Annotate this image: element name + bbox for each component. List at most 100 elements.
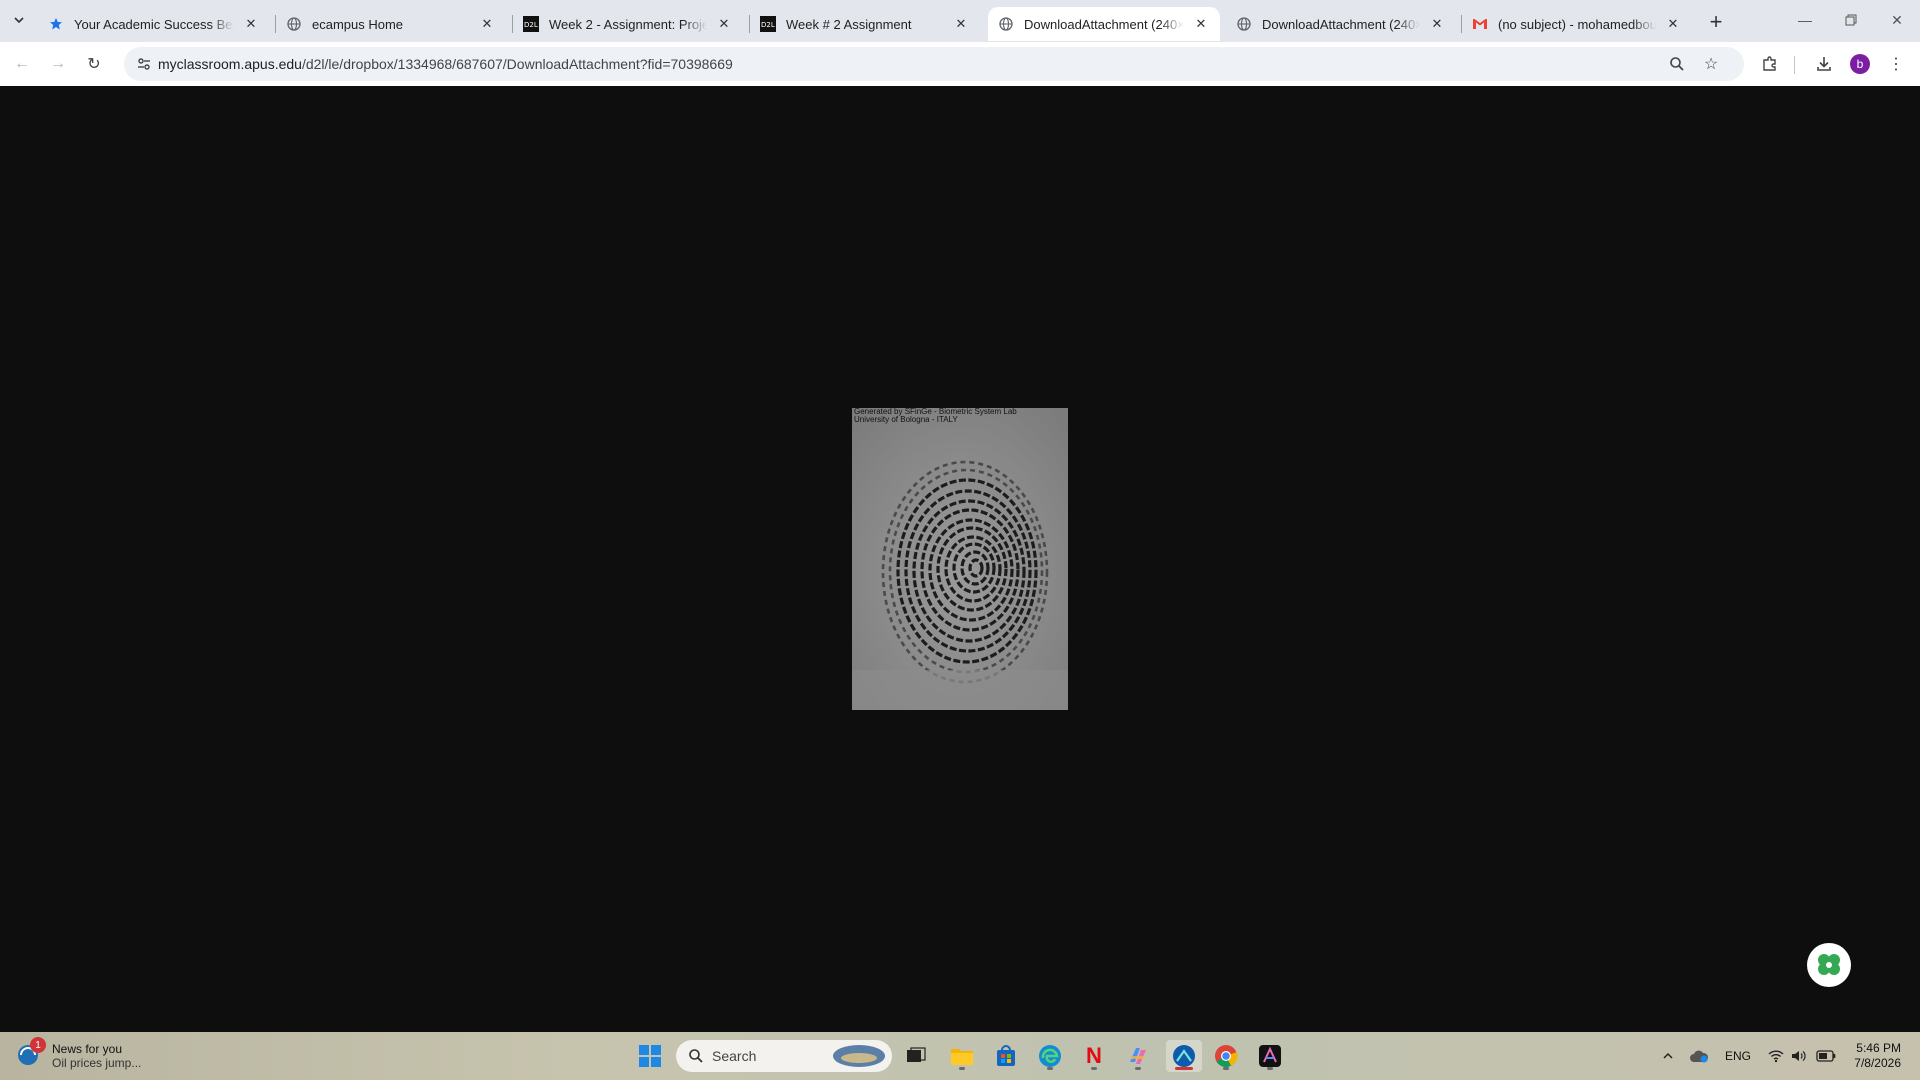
image-caption-line2: University of Bologna - ITALY — [854, 415, 958, 424]
language-label: ENG — [1724, 1049, 1751, 1063]
browser-toolbar: ← → ↻ myclassroom.apus.edu/d2l/le/dropbo… — [0, 42, 1920, 86]
site-info-icon[interactable] — [134, 54, 154, 74]
clock-time: 5:46 PM — [1856, 1041, 1901, 1055]
avatar: b — [1850, 54, 1870, 74]
copilot-icon — [1130, 1048, 1146, 1064]
file-explorer-button[interactable] — [946, 1040, 978, 1072]
news-widget[interactable]: 1 News for you Oil prices jump... — [16, 1037, 142, 1074]
news-icon: 1 — [16, 1037, 46, 1069]
edge-button[interactable] — [1034, 1040, 1066, 1072]
back-button[interactable]: ← — [8, 50, 36, 78]
tab-week2-assignment[interactable]: D2L Week # 2 Assignment ✕ — [750, 7, 980, 41]
chevron-down-icon — [14, 17, 24, 24]
store-button[interactable] — [990, 1040, 1022, 1072]
running-indicator — [959, 1067, 965, 1070]
reload-icon: ↻ — [87, 56, 101, 73]
extensions-button[interactable] — [1756, 50, 1784, 78]
url-text: myclassroom.apus.edu/d2l/le/dropbox/1334… — [158, 56, 733, 72]
wifi-icon — [1768, 1050, 1784, 1063]
arrow-left-icon: ← — [14, 55, 30, 72]
clover-icon — [1818, 954, 1840, 975]
d2l-icon: D2L — [523, 16, 539, 32]
close-icon[interactable]: ✕ — [715, 15, 733, 33]
clock[interactable]: 5:46 PM 7/8/2026 — [1845, 1041, 1901, 1071]
search-icon — [689, 1049, 703, 1063]
more-vert-icon: ⋮ — [1888, 56, 1904, 73]
onedrive-tray[interactable] — [1686, 1032, 1712, 1080]
netflix-icon: N — [1086, 1043, 1102, 1068]
globe-icon — [1236, 16, 1252, 32]
chrome-icon — [1215, 1045, 1238, 1067]
copilot-button[interactable] — [1122, 1040, 1154, 1072]
svg-text:D2L: D2L — [524, 21, 538, 29]
bookmark-star-icon[interactable]: ☆ — [1700, 53, 1722, 75]
tab-download-attachment-2[interactable]: DownloadAttachment (240×339) ✕ — [1226, 7, 1456, 41]
chrome-button[interactable] — [1210, 1040, 1242, 1072]
svg-text:D2L: D2L — [761, 21, 775, 29]
chevron-up-icon — [1663, 1052, 1673, 1059]
task-view-button[interactable] — [900, 1040, 932, 1072]
globe-icon — [998, 16, 1014, 32]
floating-helper-button[interactable] — [1807, 943, 1851, 987]
close-icon[interactable]: ✕ — [952, 15, 970, 33]
taskbar-search[interactable]: Search — [676, 1040, 892, 1072]
close-window-button[interactable]: ✕ — [1874, 0, 1920, 40]
profile-button[interactable]: b — [1846, 50, 1874, 78]
close-icon[interactable]: ✕ — [1428, 15, 1446, 33]
plus-icon: + — [1709, 9, 1723, 34]
start-button[interactable] — [634, 1040, 666, 1072]
running-indicator — [1091, 1067, 1097, 1070]
news-subtitle: Oil prices jump... — [52, 1056, 142, 1070]
running-indicator — [1223, 1067, 1229, 1070]
cloud-icon — [1690, 1050, 1709, 1063]
wifi-tray[interactable] — [1764, 1032, 1788, 1080]
tab-title: ecampus Home — [312, 16, 404, 32]
search-highlight-icon — [833, 1045, 885, 1067]
close-icon[interactable]: ✕ — [478, 15, 496, 33]
tab-title: Week 2 - Assignment: Project Proposal — [549, 16, 707, 32]
reload-button[interactable]: ↻ — [80, 50, 108, 78]
snipping-tool-button[interactable] — [1166, 1040, 1202, 1072]
globe-icon — [286, 16, 302, 32]
tab-search-button[interactable] — [6, 7, 32, 33]
tab-title: Week # 2 Assignment — [786, 16, 912, 32]
netflix-button[interactable]: N — [1078, 1040, 1110, 1072]
volume-tray[interactable] — [1788, 1032, 1810, 1080]
language-indicator[interactable]: ENG — [1718, 1032, 1758, 1080]
menu-button[interactable]: ⋮ — [1882, 50, 1910, 78]
show-hidden-icons-button[interactable] — [1656, 1032, 1680, 1080]
folder-icon — [951, 1049, 973, 1065]
arrow-right-icon: → — [50, 55, 66, 72]
fingerprint-image[interactable]: Generated by SFinGe - Biometric System L… — [852, 408, 1068, 710]
tab-gmail[interactable]: (no subject) - mohamedboutchi ✕ — [1462, 7, 1692, 41]
restore-button[interactable] — [1828, 0, 1874, 40]
notification-badge: 1 — [30, 1037, 46, 1053]
zoom-icon[interactable] — [1666, 53, 1688, 75]
tab-academic-success[interactable]: Your Academic Success Begins Here ✕ — [38, 7, 270, 41]
minimize-button[interactable]: — — [1782, 0, 1828, 40]
tab-ecampus-home[interactable]: ecampus Home ✕ — [276, 7, 506, 41]
url-path: /d2l/le/dropbox/1334968/687607/DownloadA… — [301, 56, 733, 72]
star-icon — [48, 16, 64, 32]
running-indicator — [1047, 1067, 1053, 1070]
app-button[interactable] — [1254, 1040, 1286, 1072]
app-icon — [1259, 1045, 1281, 1067]
close-icon[interactable]: ✕ — [1192, 15, 1210, 33]
downloads-button[interactable] — [1810, 50, 1838, 78]
running-indicator — [1267, 1067, 1273, 1070]
d2l-icon: D2L — [760, 16, 776, 32]
tab-download-attachment-active[interactable]: DownloadAttachment (240×339) ✕ — [988, 7, 1220, 41]
forward-button[interactable]: → — [44, 50, 72, 78]
battery-tray[interactable] — [1812, 1032, 1840, 1080]
toolbar-divider — [1794, 56, 1795, 74]
close-icon[interactable]: ✕ — [1664, 15, 1682, 33]
windows-icon — [639, 1045, 661, 1067]
close-icon[interactable]: ✕ — [242, 15, 260, 33]
new-tab-button[interactable]: + — [1702, 8, 1730, 36]
tab-title: DownloadAttachment (240×339) — [1024, 16, 1184, 32]
tab-week2-assignment-project[interactable]: D2L Week 2 - Assignment: Project Proposa… — [513, 7, 743, 41]
volume-icon — [1792, 1051, 1806, 1061]
running-indicator — [1175, 1067, 1193, 1070]
address-bar[interactable]: myclassroom.apus.edu/d2l/le/dropbox/1334… — [124, 47, 1744, 81]
edge-icon — [1039, 1045, 1061, 1067]
